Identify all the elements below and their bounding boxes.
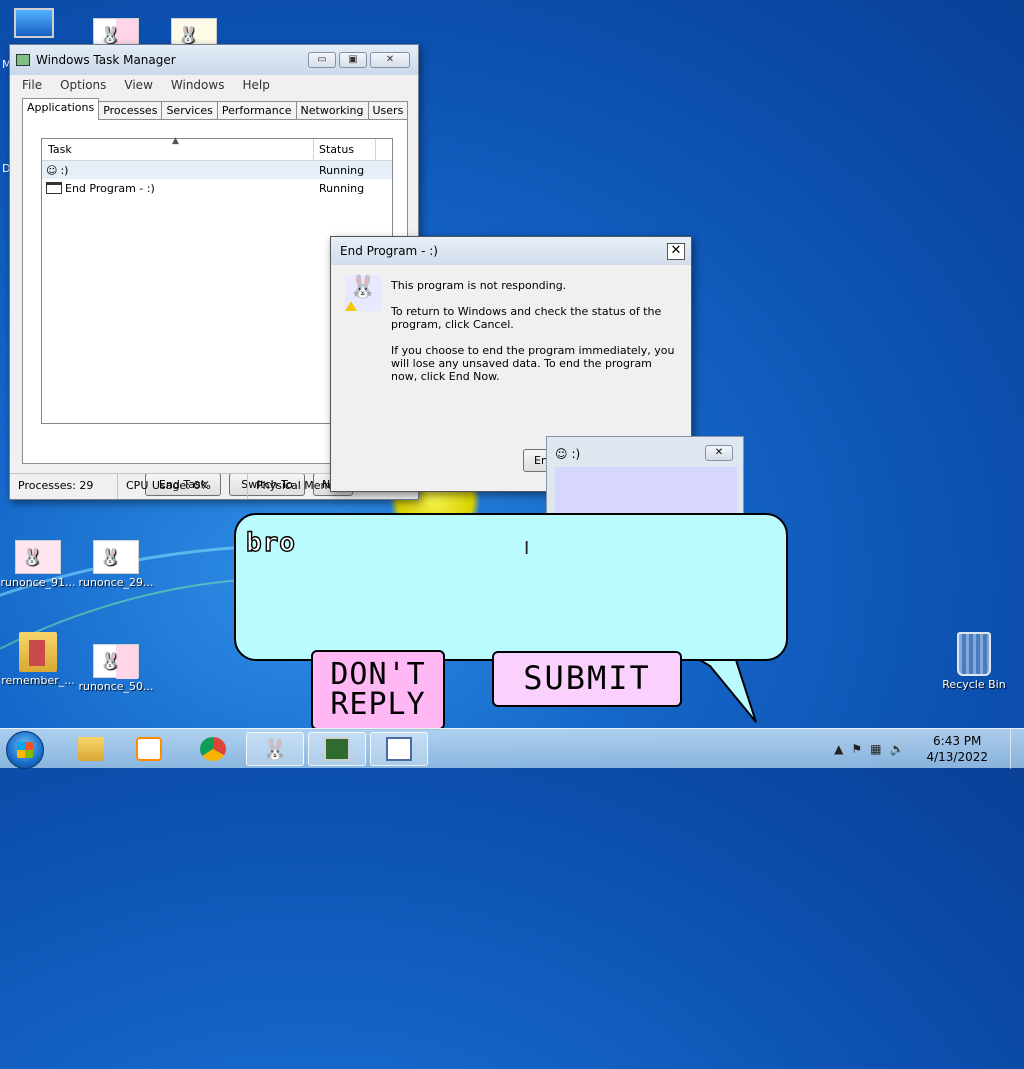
tab-strip: Applications Processes Services Performa… — [22, 98, 409, 120]
folder-icon — [19, 632, 57, 672]
tab-users[interactable]: Users — [367, 101, 409, 119]
task-manager-icon — [16, 54, 30, 66]
smiley-app-icon: ☺ — [555, 447, 568, 461]
menu-help[interactable]: Help — [242, 78, 269, 92]
speech-bubble-tail — [690, 654, 757, 723]
media-player-icon — [136, 737, 162, 761]
close-button[interactable]: ✕ — [667, 243, 685, 260]
network-icon[interactable]: ▦ — [870, 742, 881, 756]
window-app-icon — [46, 182, 62, 194]
note-file-icon: 🐰 — [93, 644, 139, 679]
menu-view[interactable]: View — [124, 78, 152, 92]
taskbar-chrome[interactable] — [184, 732, 242, 766]
tray-chevron-icon[interactable]: ▲ — [834, 742, 843, 756]
smiley-app-icon: ☺ — [46, 163, 58, 177]
window-title: Windows Task Manager — [36, 53, 176, 67]
bunny-warning-icon: 🐰 — [345, 275, 381, 311]
desktop-icon-runonce-29[interactable]: 🐰 runonce_29... — [78, 540, 154, 589]
task-manager-titlebar[interactable]: Windows Task Manager ▭ ▣ ✕ — [10, 45, 418, 75]
taskbar-end-program[interactable] — [370, 732, 428, 766]
desktop-icon-runonce-91[interactable]: 🐰 runonce_91... — [0, 540, 76, 589]
taskbar-task-manager[interactable] — [308, 732, 366, 766]
message-text: bro — [245, 527, 296, 558]
desktop-icon-computer[interactable] — [4, 8, 64, 38]
show-desktop-button[interactable] — [1010, 729, 1024, 769]
tab-applications[interactable]: Applications — [22, 98, 100, 120]
message-end-now-hint: If you choose to end the program immedia… — [391, 344, 675, 383]
computer-icon — [14, 8, 54, 38]
folder-icon — [78, 737, 104, 761]
message-input-area[interactable] — [234, 513, 788, 661]
minimize-button[interactable]: ▭ — [308, 52, 336, 68]
maximize-button[interactable]: ▣ — [339, 52, 367, 68]
menu-file[interactable]: File — [22, 78, 42, 92]
menu-windows[interactable]: Windows — [171, 78, 225, 92]
task-list-header: ▲ Task Status — [42, 136, 392, 161]
desktop-icon-remember[interactable]: remember_... — [0, 632, 76, 687]
table-row[interactable]: ☺:) Running — [42, 161, 392, 179]
dont-reply-button[interactable]: DON'T REPLY — [311, 650, 445, 730]
clock[interactable]: 6:43 PM 4/13/2022 — [926, 733, 988, 765]
note-file-icon: 🐰 — [15, 540, 61, 574]
start-button[interactable] — [6, 731, 44, 769]
bunny-icon: 🐰 — [262, 737, 288, 761]
clock-date: 4/13/2022 — [926, 750, 988, 764]
close-button[interactable]: ✕ — [370, 52, 410, 68]
clock-time: 6:43 PM — [933, 734, 982, 748]
task-status: Running — [319, 163, 365, 177]
dialog-message: This program is not responding. To retur… — [391, 279, 681, 396]
desktop-icon-label: runonce_29... — [78, 576, 154, 589]
desktop-icon-label: runonce_50... — [78, 680, 154, 693]
desktop-icon-label: runonce_91... — [0, 576, 76, 589]
status-cpu: CPU Usage: 0% — [118, 474, 248, 499]
dialog-title: End Program - :) — [340, 244, 438, 258]
close-button[interactable]: ✕ — [705, 445, 733, 461]
status-processes: Processes: 29 — [10, 474, 118, 499]
window-icon — [386, 737, 412, 761]
desktop-icon-label: remember_... — [1, 674, 75, 687]
volume-icon[interactable]: 🔊 — [890, 742, 905, 756]
smiley-window-title: :) — [571, 447, 581, 461]
desktop-icon-label: Recycle Bin — [942, 678, 1006, 691]
taskbar-media-player[interactable] — [120, 732, 178, 766]
tab-services[interactable]: Services — [161, 101, 218, 119]
taskbar: 🐰 ▲ ⚑ ▦ 🔊 6:43 PM 4/13/2022 — [0, 728, 1024, 769]
desktop-icon-runonce-50[interactable]: 🐰 runonce_50... — [78, 644, 154, 693]
tab-performance[interactable]: Performance — [216, 101, 297, 119]
tab-processes[interactable]: Processes — [98, 101, 163, 119]
task-name: End Program - :) — [65, 181, 155, 195]
task-manager-icon — [324, 737, 350, 761]
task-name: :) — [60, 163, 69, 177]
warning-icon — [345, 301, 357, 311]
submit-button[interactable]: SUBMIT — [492, 651, 682, 707]
recycle-bin-icon — [957, 632, 991, 676]
table-row[interactable]: End Program - :) Running — [42, 179, 392, 197]
menu-bar: File Options View Windows Help — [10, 75, 418, 95]
action-center-icon[interactable]: ⚑ — [851, 742, 862, 756]
chrome-icon — [200, 737, 226, 761]
sort-arrow-icon: ▲ — [172, 136, 179, 146]
menu-options[interactable]: Options — [60, 78, 106, 92]
taskbar-explorer[interactable] — [62, 732, 120, 766]
system-tray: ▲ ⚑ ▦ 🔊 6:43 PM 4/13/2022 — [834, 729, 1024, 769]
taskbar-smiley-app[interactable]: 🐰 — [246, 732, 304, 766]
column-header-status[interactable]: Status — [314, 139, 376, 160]
message-cancel-hint: To return to Windows and check the statu… — [391, 305, 662, 331]
dialog-titlebar[interactable]: End Program - :) ✕ — [331, 237, 691, 265]
message-not-responding: This program is not responding. — [391, 279, 567, 292]
tab-networking[interactable]: Networking — [295, 101, 369, 119]
desktop-icon-recycle-bin[interactable]: Recycle Bin — [936, 632, 1012, 691]
task-status: Running — [319, 181, 365, 195]
text-cursor-icon: I — [524, 538, 530, 559]
note-file-icon: 🐰 — [93, 540, 139, 574]
